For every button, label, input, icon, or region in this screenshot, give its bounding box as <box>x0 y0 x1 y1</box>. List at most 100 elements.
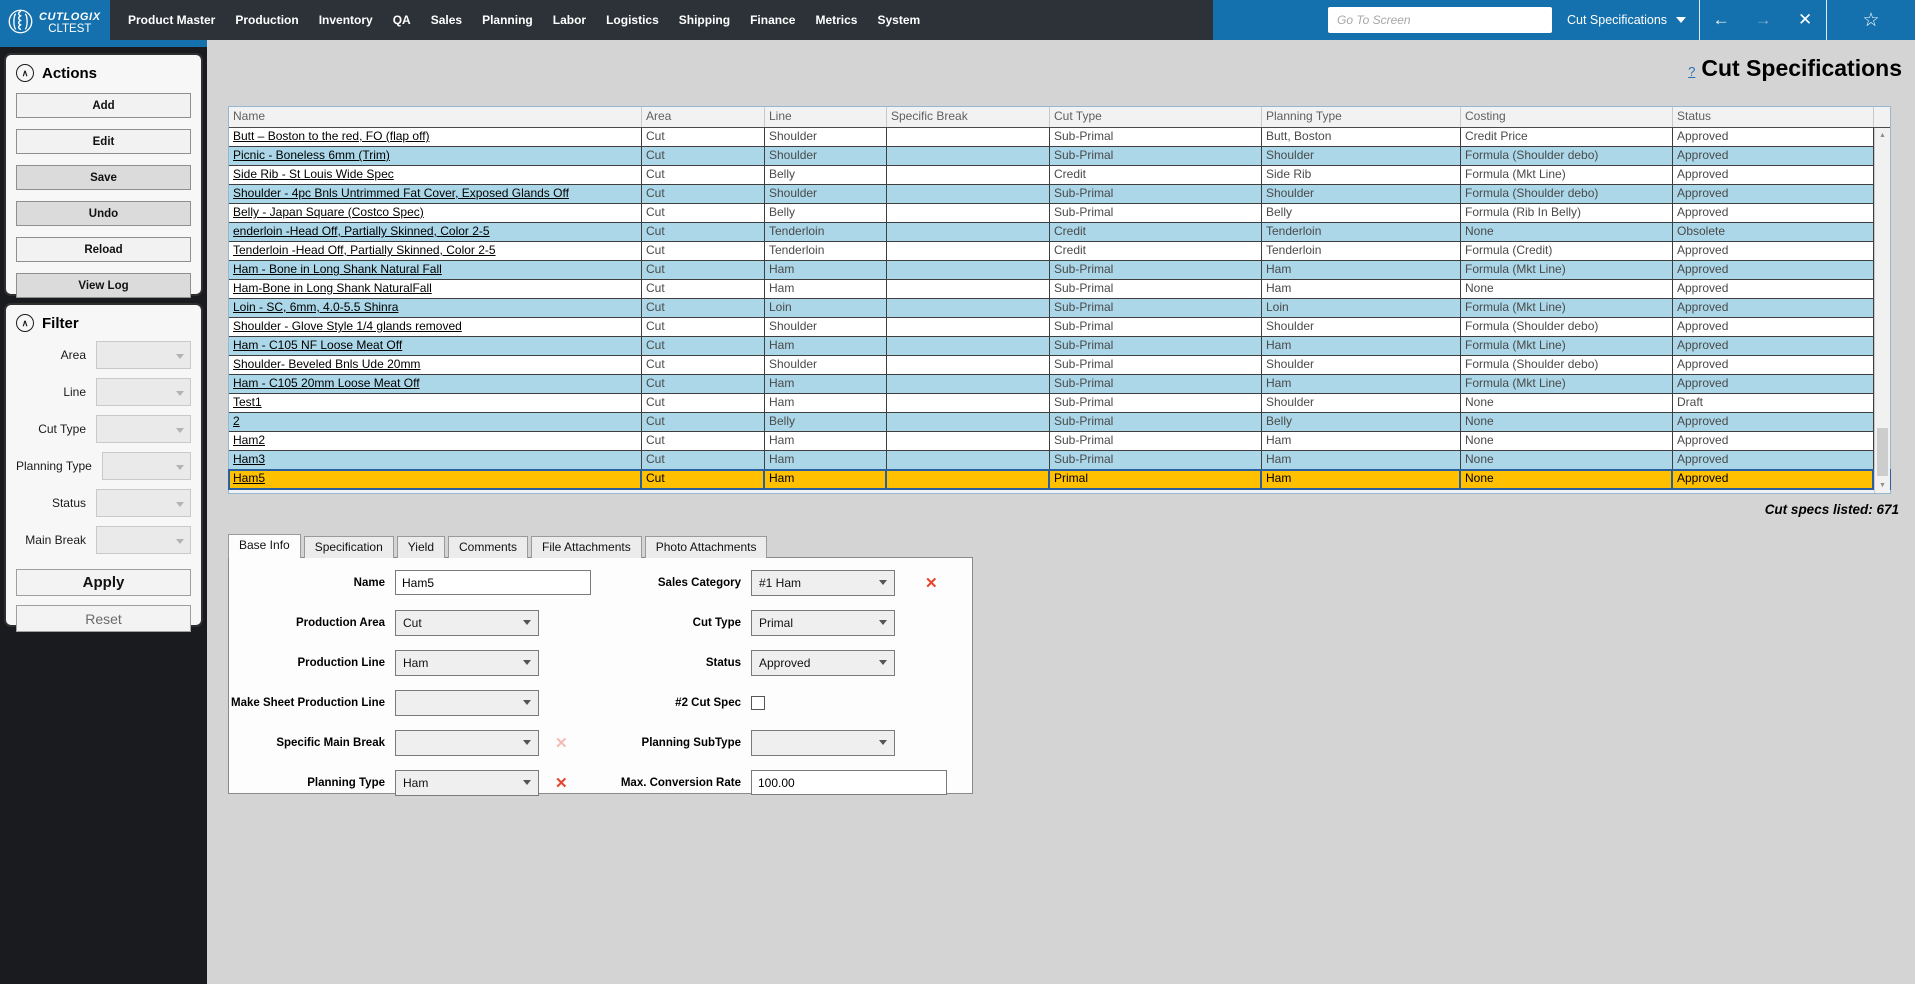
cut-spec-name-link[interactable]: Ham3 <box>229 451 642 470</box>
table-row[interactable]: Ham - C105 20mm Loose Meat OffCutHamSub-… <box>229 375 1890 394</box>
brand-logo[interactable]: CUTLOGIX CLTEST <box>0 0 110 47</box>
apply-filter-button[interactable]: Apply <box>16 569 191 596</box>
back-button[interactable]: ← <box>1700 10 1742 30</box>
status-filter-select[interactable] <box>96 489 191 517</box>
specific-main-break-select[interactable] <box>395 730 539 756</box>
cut-spec-name-link[interactable]: Shoulder - 4pc Bnls Untrimmed Fat Cover,… <box>229 185 642 204</box>
nav-item-system[interactable]: System <box>867 0 930 40</box>
cut-spec-name-link[interactable]: Shoulder - Glove Style 1/4 glands remove… <box>229 318 642 337</box>
forward-button[interactable]: → <box>1742 10 1784 30</box>
nav-item-planning[interactable]: Planning <box>472 0 543 40</box>
close-screen-button[interactable]: ✕ <box>1784 10 1826 30</box>
screen-selector-dropdown[interactable]: Cut Specifications <box>1567 13 1699 27</box>
cut-spec-name-link[interactable]: Ham5 <box>229 470 642 489</box>
help-link[interactable]: ? <box>1688 64 1695 79</box>
planning-type-select[interactable]: Ham <box>395 770 539 796</box>
cut-type-select[interactable]: Primal <box>751 610 895 636</box>
table-row[interactable]: 2CutBellySub-PrimalBellyNoneApproved <box>229 413 1890 432</box>
status-select[interactable]: Approved <box>751 650 895 676</box>
cut-spec-name-link[interactable]: Loin - SC, 6mm, 4.0-5.5 Shinra <box>229 299 642 318</box>
table-row[interactable]: Ham3CutHamSub-PrimalHamNoneApproved <box>229 451 1890 470</box>
cut-spec-name-link[interactable]: Ham - C105 NF Loose Meat Off <box>229 337 642 356</box>
cut-spec-name-link[interactable]: Picnic - Boneless 6mm (Trim) <box>229 147 642 166</box>
table-row[interactable]: enderloin -Head Off, Partially Skinned, … <box>229 223 1890 242</box>
goto-screen-input[interactable] <box>1328 7 1552 33</box>
scroll-down-icon[interactable]: ▼ <box>1875 478 1890 493</box>
nav-item-inventory[interactable]: Inventory <box>309 0 383 40</box>
nav-item-shipping[interactable]: Shipping <box>669 0 740 40</box>
table-row[interactable]: Ham - Bone in Long Shank Natural FallCut… <box>229 261 1890 280</box>
planning-subtype-select[interactable] <box>751 730 895 756</box>
line-filter-select[interactable] <box>96 378 191 406</box>
table-row[interactable]: Ham5CutHamPrimalHamNoneApproved <box>229 470 1890 489</box>
cut-spec-name-link[interactable]: Ham-Bone in Long Shank NaturalFall <box>229 280 642 299</box>
view-log-button[interactable]: View Log <box>16 273 191 298</box>
sales-category-select[interactable]: #1 Ham <box>751 570 895 596</box>
tab-file-attachments[interactable]: File Attachments <box>531 536 642 558</box>
cut-type-filter-select[interactable] <box>96 415 191 443</box>
nav-item-logistics[interactable]: Logistics <box>596 0 669 40</box>
column-header-name[interactable]: Name <box>229 107 642 127</box>
nav-item-labor[interactable]: Labor <box>543 0 596 40</box>
column-header-line[interactable]: Line <box>765 107 887 127</box>
table-row[interactable]: Tenderloin -Head Off, Partially Skinned,… <box>229 242 1890 261</box>
table-row[interactable]: Test1CutHamSub-PrimalShoulderNoneDraft <box>229 394 1890 413</box>
tab-yield[interactable]: Yield <box>397 536 445 558</box>
main-break-filter-select[interactable] <box>96 526 191 554</box>
make-sheet-production-line-select[interactable] <box>395 690 539 716</box>
table-row[interactable]: Shoulder - Glove Style 1/4 glands remove… <box>229 318 1890 337</box>
cut-spec-name-link[interactable]: enderloin -Head Off, Partially Skinned, … <box>229 223 642 242</box>
nav-item-sales[interactable]: Sales <box>421 0 472 40</box>
cut-spec-name-link[interactable]: Ham2 <box>229 432 642 451</box>
vertical-scrollbar[interactable]: ▲ ▼ <box>1874 128 1890 493</box>
cut-spec-name-link[interactable]: Ham - C105 20mm Loose Meat Off <box>229 375 642 394</box>
add-button[interactable]: Add <box>16 93 191 118</box>
cut-spec-name-link[interactable]: Test1 <box>229 394 642 413</box>
production-area-select[interactable]: Cut <box>395 610 539 636</box>
column-header-area[interactable]: Area <box>642 107 765 127</box>
table-row[interactable]: Butt – Boston to the red, FO (flap off)C… <box>229 128 1890 147</box>
table-row[interactable]: Shoulder- Beveled Bnls Ude 20mmCutShould… <box>229 356 1890 375</box>
nav-item-product-master[interactable]: Product Master <box>118 0 225 40</box>
area-filter-select[interactable] <box>96 341 191 369</box>
2-cut-spec-checkbox[interactable] <box>751 696 765 710</box>
collapse-actions-icon[interactable]: ∧ <box>16 64 34 82</box>
column-header-costing[interactable]: Costing <box>1461 107 1673 127</box>
cut-spec-name-link[interactable]: Belly - Japan Square (Costco Spec) <box>229 204 642 223</box>
nav-item-qa[interactable]: QA <box>383 0 421 40</box>
column-header-specific-break[interactable]: Specific Break <box>887 107 1050 127</box>
scroll-up-icon[interactable]: ▲ <box>1875 128 1890 143</box>
table-row[interactable]: Belly - Japan Square (Costco Spec)CutBel… <box>229 204 1890 223</box>
edit-button[interactable]: Edit <box>16 129 191 154</box>
column-header-status[interactable]: Status <box>1673 107 1874 127</box>
tab-comments[interactable]: Comments <box>448 536 528 558</box>
tab-base-info[interactable]: Base Info <box>228 534 301 558</box>
table-row[interactable]: Picnic - Boneless 6mm (Trim)CutShoulderS… <box>229 147 1890 166</box>
column-header-planning-type[interactable]: Planning Type <box>1262 107 1461 127</box>
favorite-star-icon[interactable]: ☆ <box>1850 9 1892 32</box>
table-row[interactable]: Shoulder - 4pc Bnls Untrimmed Fat Cover,… <box>229 185 1890 204</box>
clear-x-icon[interactable]: ✕ <box>925 574 938 592</box>
table-row[interactable]: Loin - SC, 6mm, 4.0-5.5 ShinraCutLoinSub… <box>229 299 1890 318</box>
cut-spec-name-link[interactable]: Butt – Boston to the red, FO (flap off) <box>229 128 642 147</box>
collapse-filter-icon[interactable]: ∧ <box>16 314 34 332</box>
max-conversion-rate-field[interactable] <box>751 770 947 795</box>
cut-spec-name-link[interactable]: Shoulder- Beveled Bnls Ude 20mm <box>229 356 642 375</box>
reset-filter-button[interactable]: Reset <box>16 605 191 632</box>
table-row[interactable]: Ham-Bone in Long Shank NaturalFallCutHam… <box>229 280 1890 299</box>
cut-spec-name-link[interactable]: Ham - Bone in Long Shank Natural Fall <box>229 261 642 280</box>
undo-button[interactable]: Undo <box>16 201 191 226</box>
planning-type-filter-select[interactable] <box>102 452 191 480</box>
cut-spec-name-link[interactable]: Tenderloin -Head Off, Partially Skinned,… <box>229 242 642 261</box>
reload-button[interactable]: Reload <box>16 237 191 262</box>
tab-specification[interactable]: Specification <box>304 536 394 558</box>
scrollbar-thumb[interactable] <box>1877 428 1888 476</box>
nav-item-finance[interactable]: Finance <box>740 0 805 40</box>
cut-spec-name-link[interactable]: Side Rib - St Louis Wide Spec <box>229 166 642 185</box>
table-row[interactable]: Ham - C105 NF Loose Meat OffCutHamSub-Pr… <box>229 337 1890 356</box>
nav-item-metrics[interactable]: Metrics <box>805 0 867 40</box>
tab-photo-attachments[interactable]: Photo Attachments <box>645 536 768 558</box>
table-row[interactable]: Side Rib - St Louis Wide SpecCutBellyCre… <box>229 166 1890 185</box>
save-button[interactable]: Save <box>16 165 191 190</box>
nav-item-production[interactable]: Production <box>225 0 308 40</box>
